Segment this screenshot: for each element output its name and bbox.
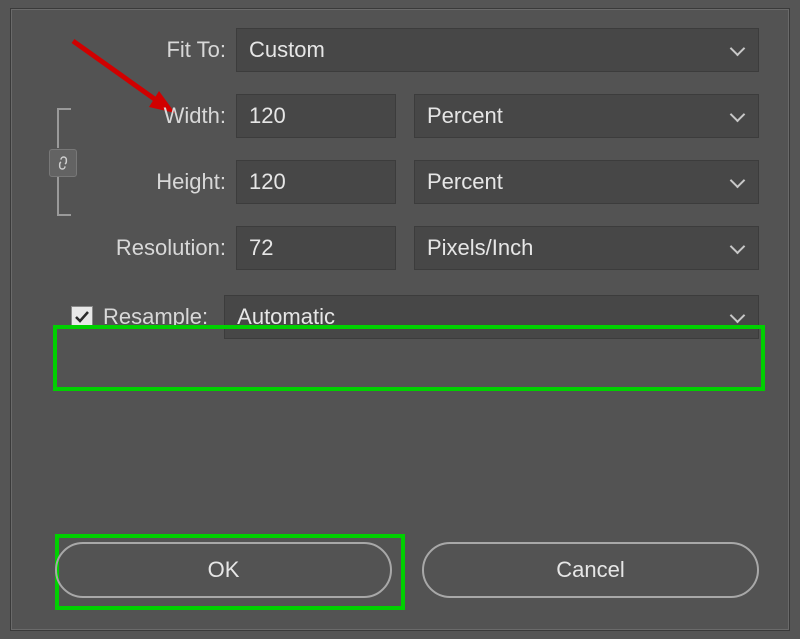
resolution-input[interactable] <box>236 226 396 270</box>
chevron-down-icon <box>732 43 746 57</box>
cancel-button[interactable]: Cancel <box>422 542 759 598</box>
resolution-label: Resolution: <box>56 235 236 261</box>
height-label: Height: <box>56 169 236 195</box>
dialog-buttons: OK Cancel <box>55 542 759 598</box>
chevron-down-icon <box>732 175 746 189</box>
chevron-down-icon <box>732 241 746 255</box>
height-unit-select[interactable]: Percent <box>414 160 759 204</box>
height-unit-value: Percent <box>427 169 503 195</box>
width-label: Width: <box>56 103 236 129</box>
ok-button-label: OK <box>208 557 240 583</box>
checkmark-icon <box>74 309 90 325</box>
chevron-down-icon <box>732 109 746 123</box>
height-row: Height: Percent <box>56 149 759 215</box>
ok-button[interactable]: OK <box>55 542 392 598</box>
fit-to-select[interactable]: Custom <box>236 28 759 72</box>
fit-to-value: Custom <box>249 37 325 63</box>
width-unit-value: Percent <box>427 103 503 129</box>
image-size-dialog: Fit To: Custom Width: Percent Height: Pe… <box>10 8 790 631</box>
fit-to-row: Fit To: Custom <box>56 17 759 83</box>
annotation-highlight-resample <box>53 325 765 391</box>
cancel-button-label: Cancel <box>556 557 624 583</box>
width-row: Width: Percent <box>56 83 759 149</box>
width-unit-select[interactable]: Percent <box>414 94 759 138</box>
chevron-down-icon <box>732 310 746 324</box>
height-input[interactable] <box>236 160 396 204</box>
resolution-unit-value: Pixels/Inch <box>427 235 533 261</box>
resolution-unit-select[interactable]: Pixels/Inch <box>414 226 759 270</box>
resolution-row: Resolution: Pixels/Inch <box>56 215 759 281</box>
fit-to-label: Fit To: <box>56 37 236 63</box>
width-input[interactable] <box>236 94 396 138</box>
